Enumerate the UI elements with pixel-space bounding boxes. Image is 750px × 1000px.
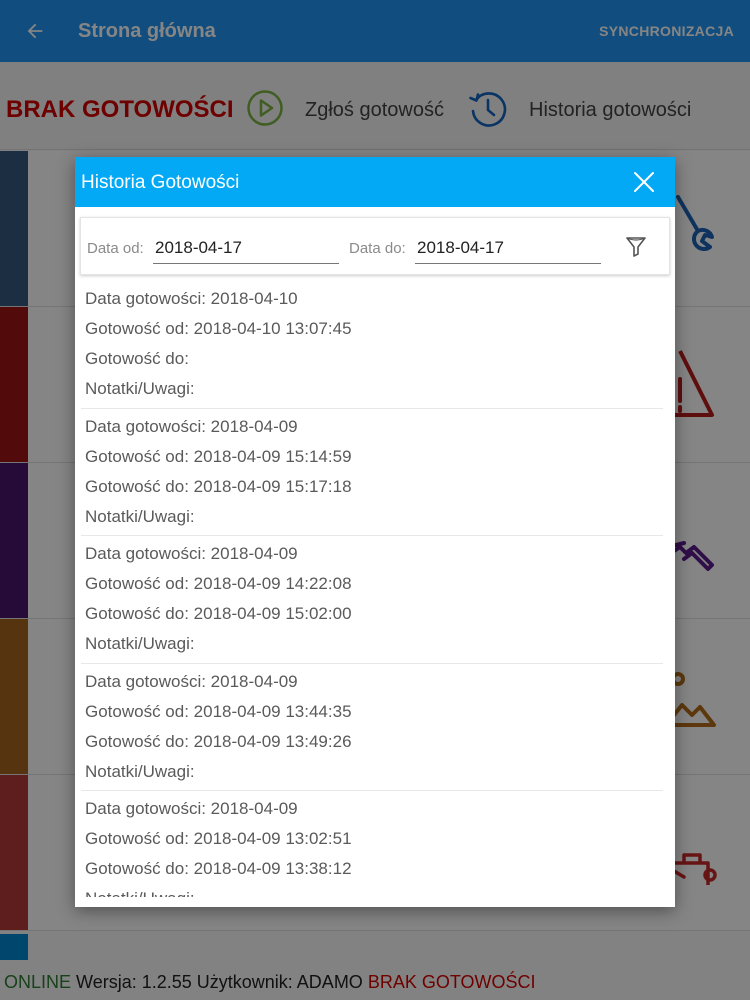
entry-from: Gotowość od: 2018-04-09 15:14:59	[85, 446, 352, 466]
date-filter: Data od: Data do:	[80, 217, 670, 275]
list-item: Data gotowości: 2018-04-09 Gotowość od: …	[75, 664, 675, 791]
history-dialog: Historia Gotowości Data od: Data do: Dat…	[75, 157, 675, 907]
dialog-header: Historia Gotowości	[75, 157, 675, 207]
entry-notes: Notatki/Uwagi:	[85, 379, 195, 398]
close-icon[interactable]	[629, 167, 659, 197]
list-item: Data gotowości: 2018-04-09 Gotowość od: …	[75, 791, 675, 897]
date-from-label: Data od:	[87, 240, 144, 257]
entry-from: Gotowość od: 2018-04-09 14:22:08	[85, 574, 352, 593]
entry-to: Gotowość do: 2018-04-09 15:02:00	[85, 604, 352, 623]
entry-to: Gotowość do: 2018-04-09 15:17:18	[85, 476, 352, 496]
date-to-label: Data do:	[349, 240, 406, 257]
list-item: Data gotowości: 2018-04-09 Gotowość od: …	[75, 409, 675, 536]
dialog-title: Historia Gotowości	[81, 172, 240, 193]
entry-to: Gotowość do:	[85, 349, 189, 368]
entry-from: Gotowość od: 2018-04-10 13:07:45	[85, 319, 352, 338]
entry-date: Data gotowości: 2018-04-09	[85, 416, 298, 436]
filter-icon[interactable]	[621, 232, 651, 262]
entry-date: Data gotowości: 2018-04-09	[85, 671, 298, 691]
date-to-input[interactable]	[415, 232, 601, 264]
entry-notes: Notatki/Uwagi:	[85, 761, 195, 781]
history-list[interactable]: Data gotowości: 2018-04-10 Gotowość od: …	[75, 281, 675, 897]
entry-notes: Notatki/Uwagi:	[85, 506, 195, 526]
entry-notes: Notatki/Uwagi:	[85, 634, 195, 653]
list-item: Data gotowości: 2018-04-09 Gotowość od: …	[75, 536, 675, 664]
entry-from: Gotowość od: 2018-04-09 13:02:51	[85, 829, 352, 848]
date-from-input[interactable]	[153, 232, 339, 264]
entry-notes: Notatki/Uwagi:	[85, 889, 195, 897]
entry-from: Gotowość od: 2018-04-09 13:44:35	[85, 701, 352, 721]
entry-to: Gotowość do: 2018-04-09 13:49:26	[85, 731, 352, 751]
entry-date: Data gotowości: 2018-04-09	[85, 799, 298, 818]
entry-date: Data gotowości: 2018-04-10	[85, 289, 298, 308]
entry-date: Data gotowości: 2018-04-09	[85, 544, 298, 563]
entry-to: Gotowość do: 2018-04-09 13:38:12	[85, 859, 352, 878]
list-item: Data gotowości: 2018-04-10 Gotowość od: …	[75, 281, 675, 409]
